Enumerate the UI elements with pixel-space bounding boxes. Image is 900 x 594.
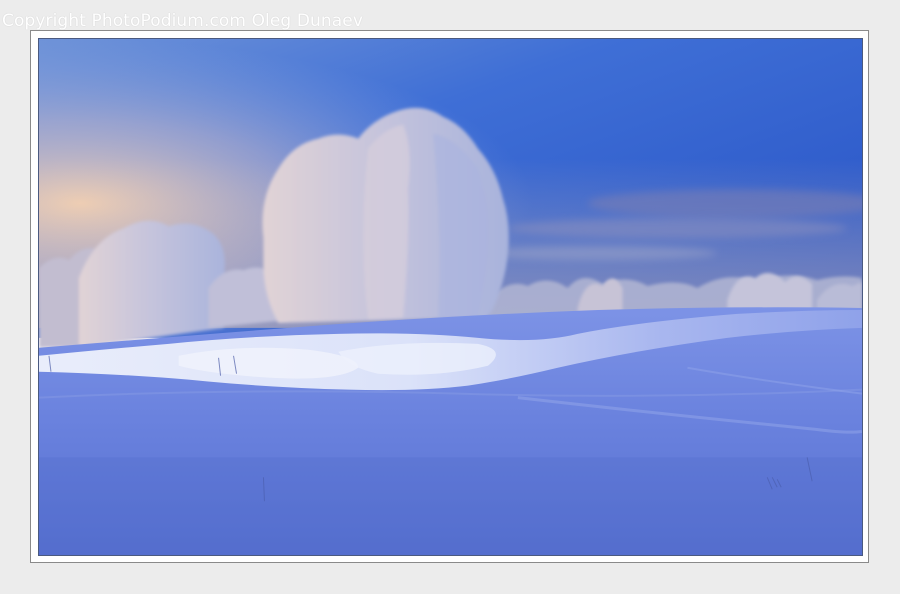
watermark-text: Copyright PhotoPodium.com Oleg Dunaev: [2, 11, 364, 31]
photo-frame: [30, 30, 869, 563]
snow-landscape-photo: [38, 38, 863, 556]
page: Copyright PhotoPodium.com Oleg Dunaev: [0, 0, 900, 594]
landscape-illustration: [39, 39, 862, 555]
